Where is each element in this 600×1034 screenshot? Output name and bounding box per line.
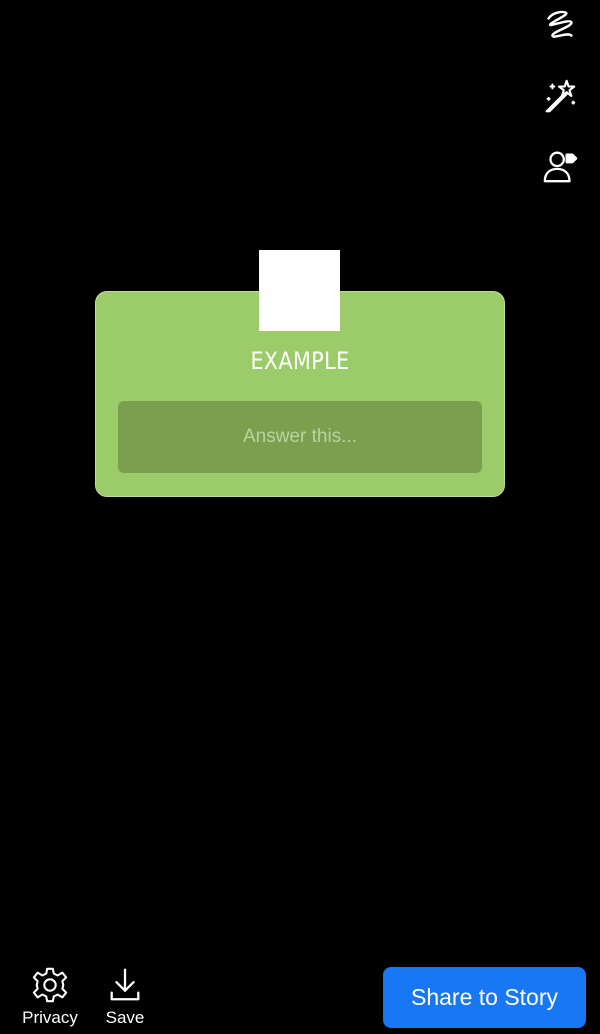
story-editor-screen: EXAMPLE Answer this... Privacy Save Shar… [0, 0, 600, 1034]
privacy-label: Privacy [22, 1008, 78, 1027]
squiggle-draw-icon [547, 10, 573, 38]
draw-tool-button[interactable] [540, 6, 580, 46]
gear-icon [32, 967, 68, 1003]
magic-wand-icon [545, 79, 576, 113]
sticker-title: EXAMPLE [250, 347, 350, 375]
sticker-answer-input[interactable]: Answer this... [118, 401, 482, 473]
privacy-button[interactable]: Privacy [17, 966, 83, 1034]
share-to-story-button[interactable]: Share to Story [383, 967, 586, 1028]
save-button[interactable]: Save [100, 966, 150, 1034]
tag-people-tool-button[interactable] [540, 146, 580, 186]
tag-person-icon [543, 151, 578, 183]
sticker-avatar [259, 250, 340, 331]
save-label: Save [105, 1008, 145, 1027]
download-icon [110, 968, 140, 1001]
effects-tool-button[interactable] [540, 76, 580, 116]
